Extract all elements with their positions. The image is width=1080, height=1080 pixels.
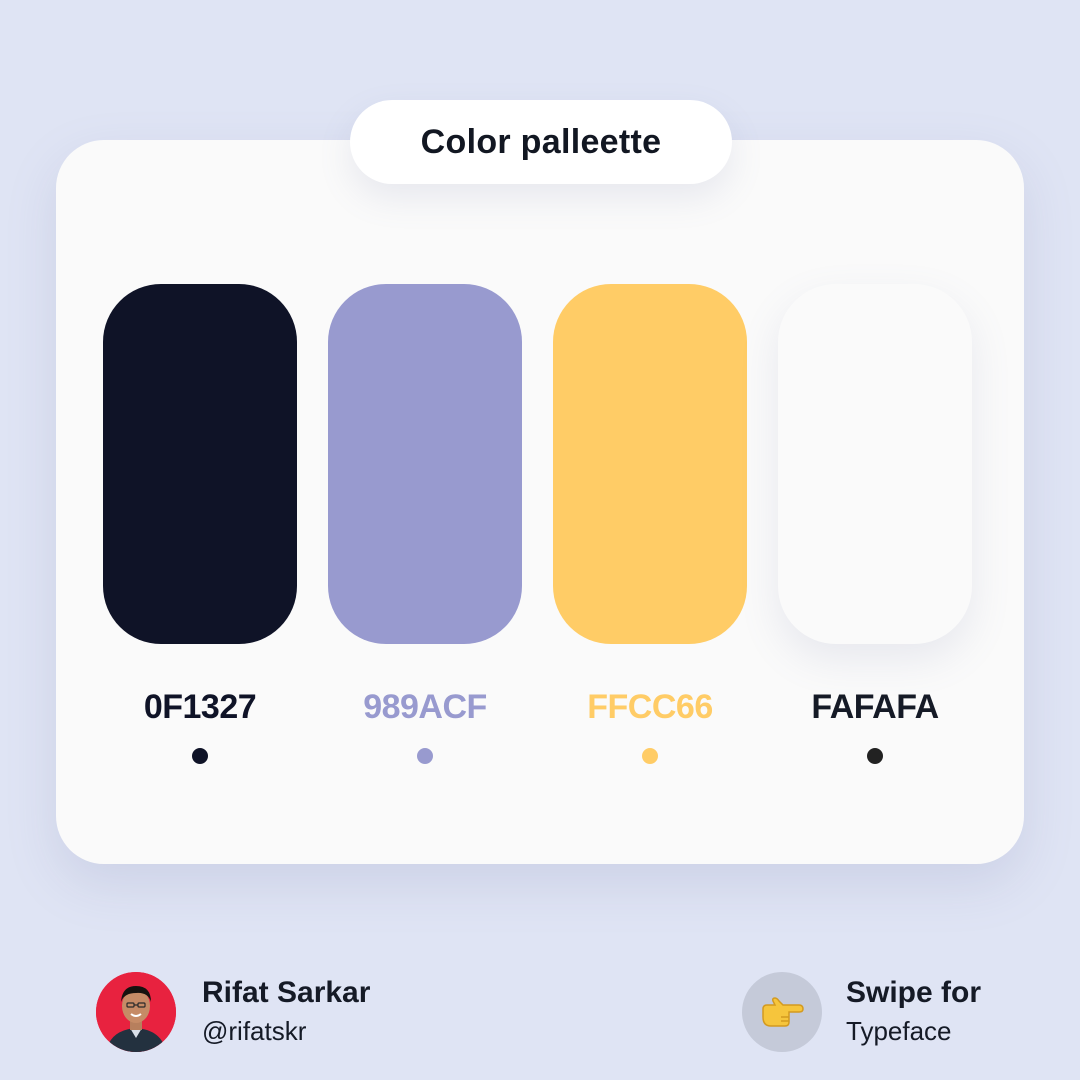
person-avatar-icon: [96, 972, 176, 1052]
hex-label: 989ACF: [363, 688, 487, 726]
author-handle: @rifatskr: [202, 1016, 307, 1046]
color-swatch: [328, 284, 522, 644]
color-swatch: [103, 284, 297, 644]
color-dot: [192, 748, 208, 764]
swipe-subtitle: Typeface: [846, 1016, 952, 1046]
swipe-button[interactable]: [742, 972, 822, 1052]
color-swatch: [778, 284, 972, 644]
title-pill: Color palleette: [350, 100, 732, 184]
hex-label: FFCC66: [587, 688, 713, 726]
hex-label: 0F1327: [143, 688, 257, 726]
color-dot: [867, 748, 883, 764]
author-name: Rifat Sarkar: [202, 976, 371, 1009]
palette-title: Color palleette: [420, 122, 662, 161]
hex-label: FAFAFA: [811, 688, 939, 726]
color-dot: [417, 748, 433, 764]
swipe-title: Swipe for: [846, 976, 982, 1009]
color-dot: [642, 748, 658, 764]
color-swatch: [553, 284, 747, 644]
pointing-hand-icon: [762, 997, 804, 1027]
